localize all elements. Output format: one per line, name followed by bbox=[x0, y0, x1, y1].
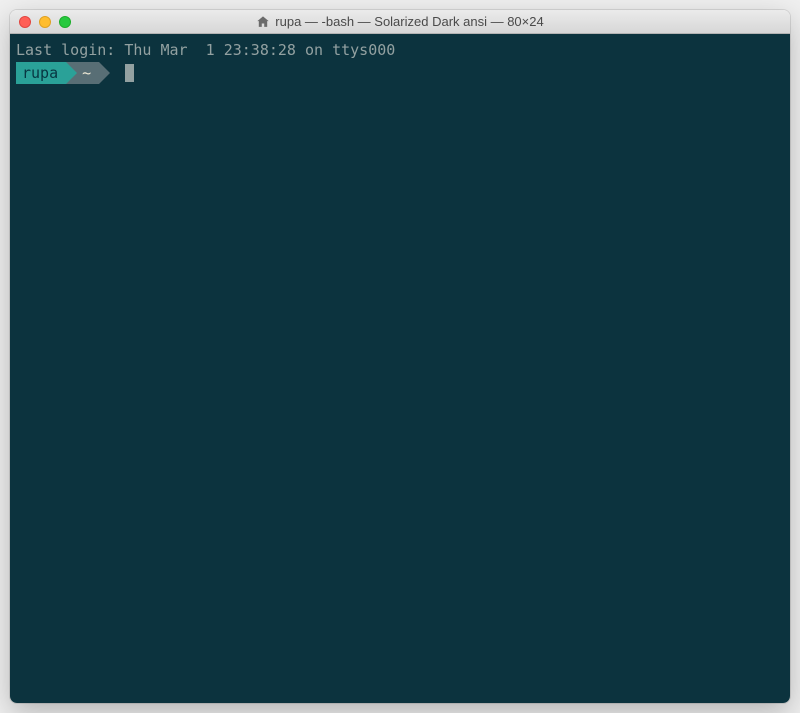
terminal-window: rupa — -bash — Solarized Dark ansi — 80×… bbox=[10, 10, 790, 703]
titlebar[interactable]: rupa — -bash — Solarized Dark ansi — 80×… bbox=[10, 10, 790, 34]
close-button[interactable] bbox=[19, 16, 31, 28]
prompt-user: rupa bbox=[22, 62, 58, 84]
traffic-lights bbox=[10, 10, 71, 33]
prompt-user-segment: rupa bbox=[16, 62, 66, 84]
window-title: rupa — -bash — Solarized Dark ansi — 80×… bbox=[275, 14, 543, 29]
minimize-button[interactable] bbox=[39, 16, 51, 28]
cursor bbox=[125, 64, 134, 82]
terminal-body[interactable]: Last login: Thu Mar 1 23:38:28 on ttys00… bbox=[10, 34, 790, 703]
prompt-dir: ~ bbox=[82, 62, 91, 84]
prompt-line: rupa ~ bbox=[16, 62, 784, 84]
home-icon bbox=[256, 15, 270, 29]
window-title-wrap: rupa — -bash — Solarized Dark ansi — 80×… bbox=[10, 14, 790, 29]
last-login-line: Last login: Thu Mar 1 23:38:28 on ttys00… bbox=[16, 39, 784, 61]
maximize-button[interactable] bbox=[59, 16, 71, 28]
